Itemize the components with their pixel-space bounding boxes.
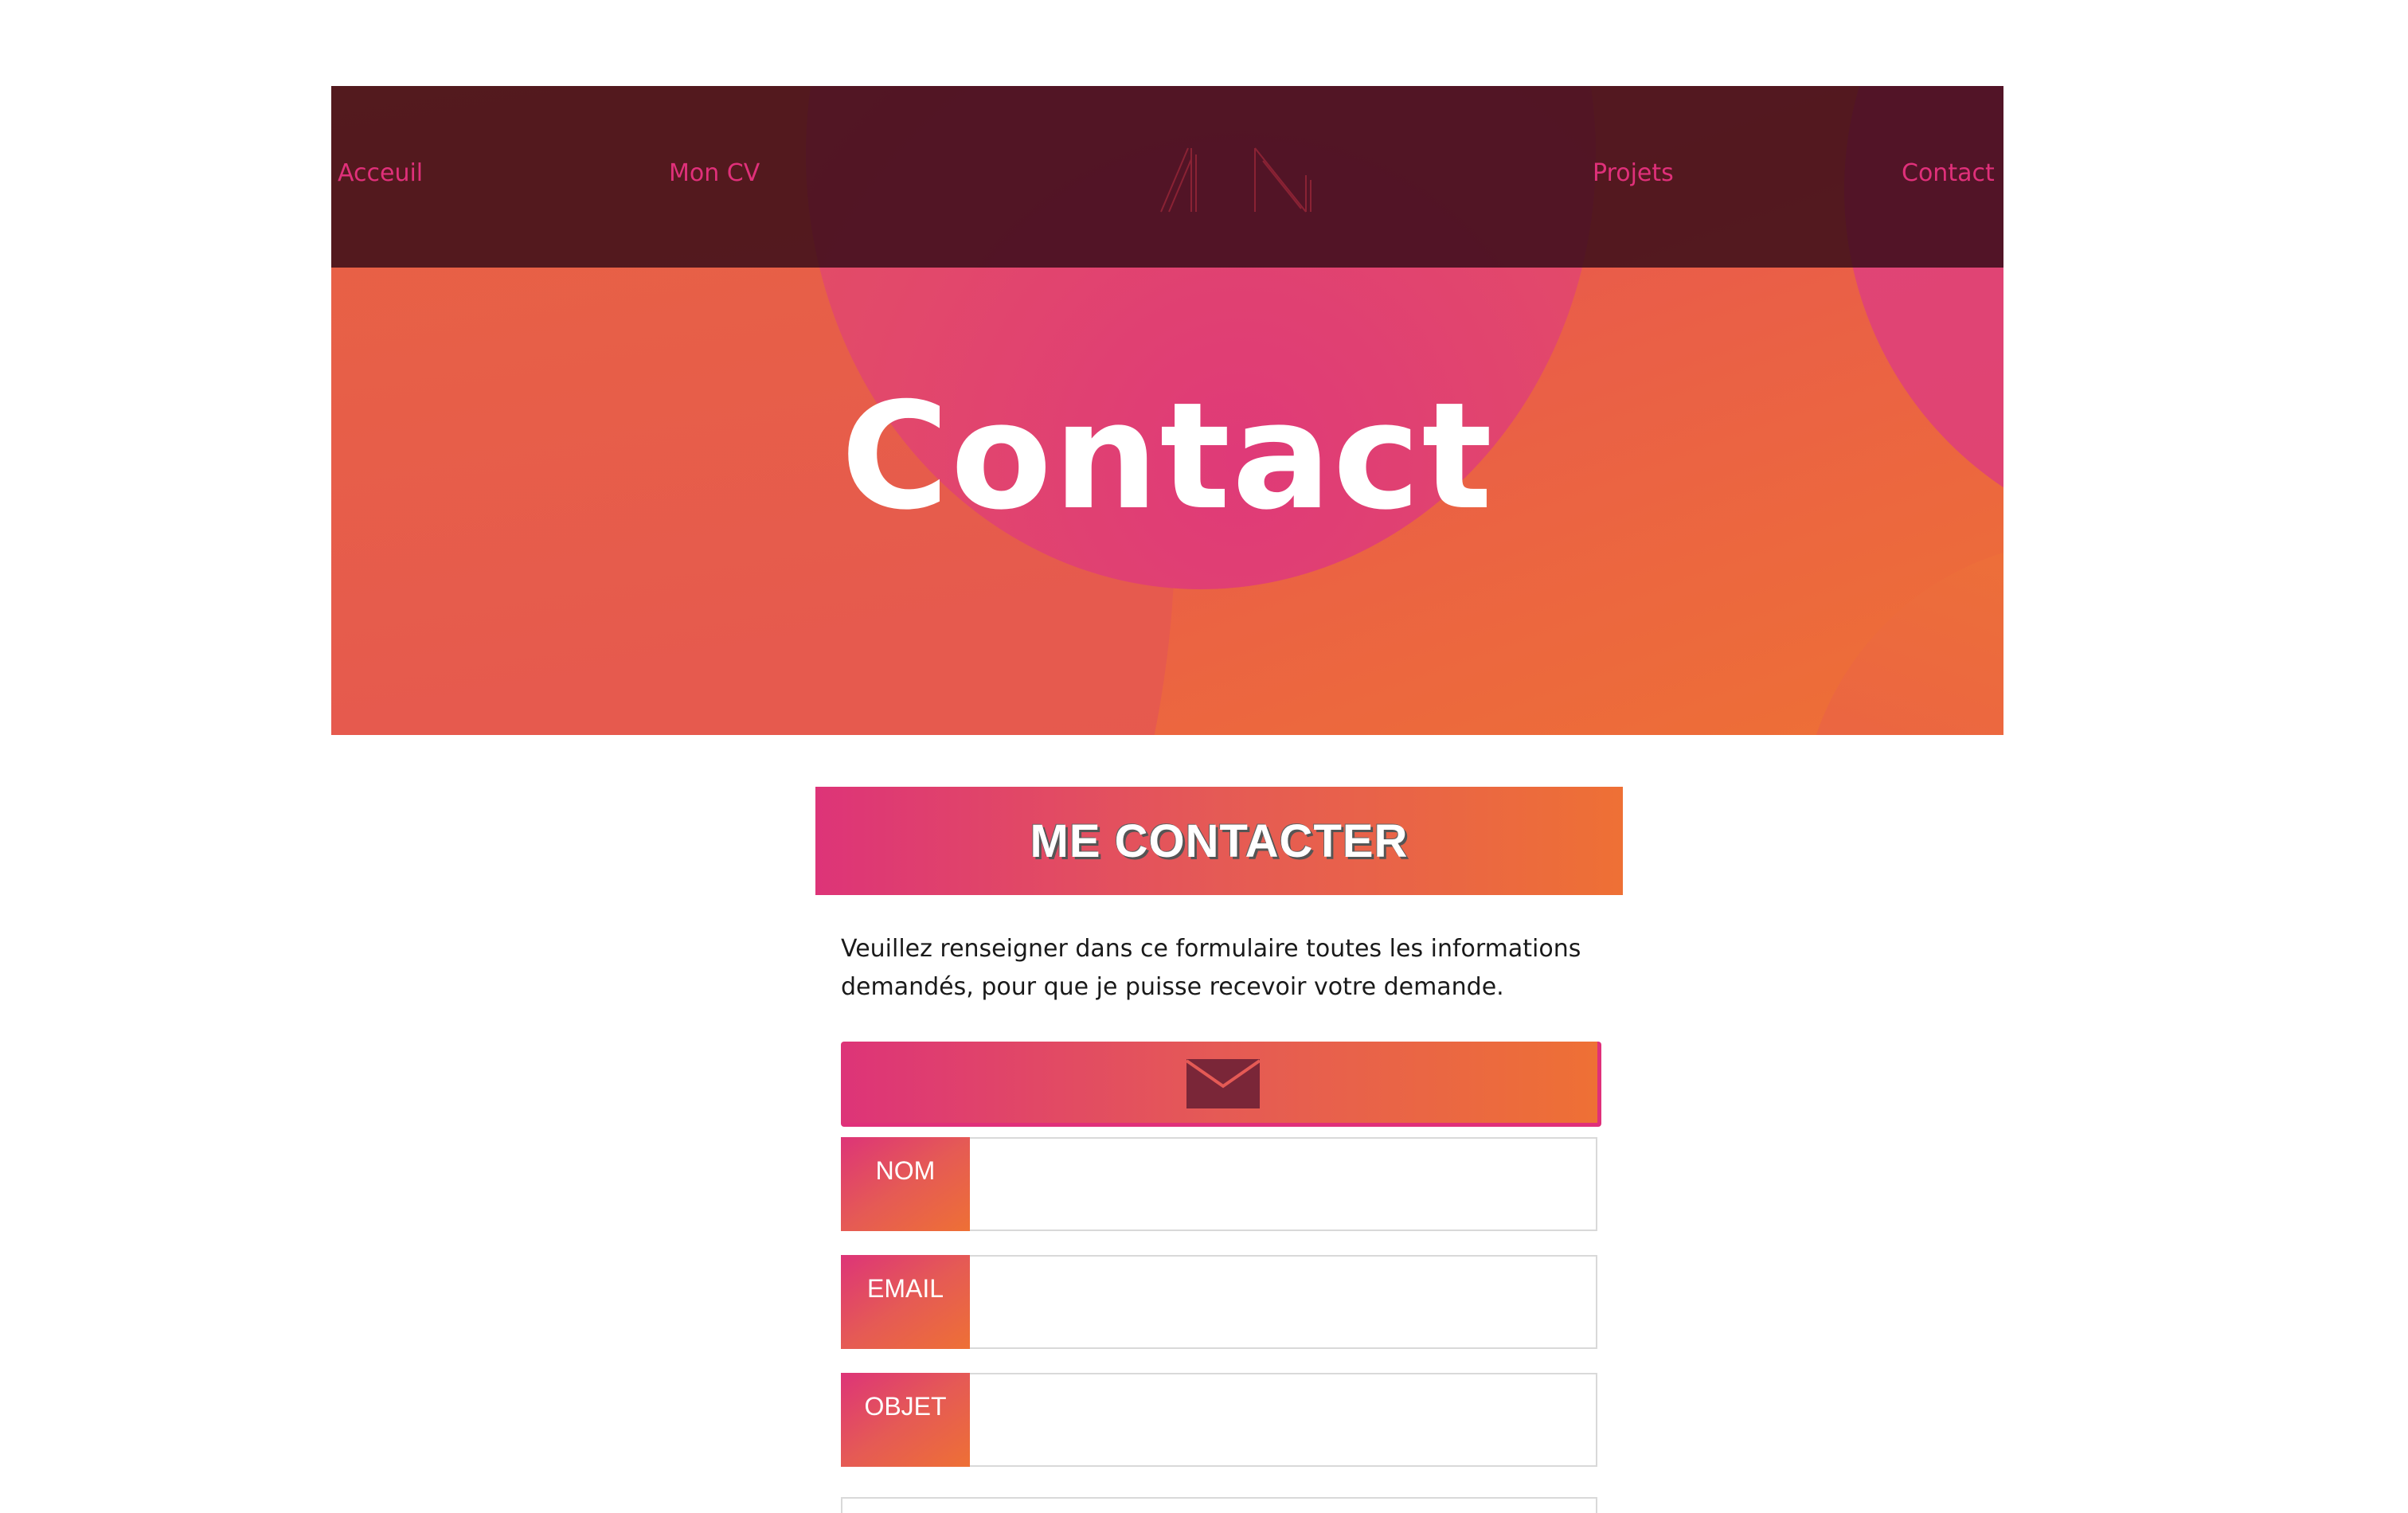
form-field-objet: OBJET xyxy=(841,1373,1597,1467)
hero-banner: Acceuil Mon CV Projets Contact Contact xyxy=(331,86,2003,735)
hero-shape xyxy=(1801,540,2003,735)
message-textarea[interactable] xyxy=(841,1497,1597,1513)
contact-intro-text: Veuillez renseigner dans ce formulaire t… xyxy=(841,935,1581,1001)
email-input[interactable] xyxy=(970,1255,1597,1349)
nav-link-contact[interactable]: Contact xyxy=(1902,156,1995,191)
form-field-email: EMAIL xyxy=(841,1255,1597,1349)
name-input[interactable] xyxy=(970,1137,1597,1231)
contact-section-header: ME CONTACTER xyxy=(815,787,1623,895)
initials-logo-icon[interactable] xyxy=(1159,143,1319,223)
contact-section-title: ME CONTACTER xyxy=(1030,815,1409,867)
page-title: Contact xyxy=(841,370,1494,542)
nav-link-mon-cv[interactable]: Mon CV xyxy=(669,156,760,191)
top-navbar: Acceuil Mon CV Projets Contact xyxy=(331,86,2003,268)
envelope-icon xyxy=(1186,1059,1260,1108)
nav-link-projets[interactable]: Projets xyxy=(1593,156,1674,191)
field-label: OBJET xyxy=(841,1373,970,1467)
form-field-nom: NOM xyxy=(841,1137,1597,1231)
subject-input[interactable] xyxy=(970,1373,1597,1467)
field-label: NOM xyxy=(841,1137,970,1231)
field-label: EMAIL xyxy=(841,1255,970,1349)
form-header-bar xyxy=(841,1042,1601,1127)
nav-link-acceuil[interactable]: Acceuil xyxy=(338,156,423,191)
